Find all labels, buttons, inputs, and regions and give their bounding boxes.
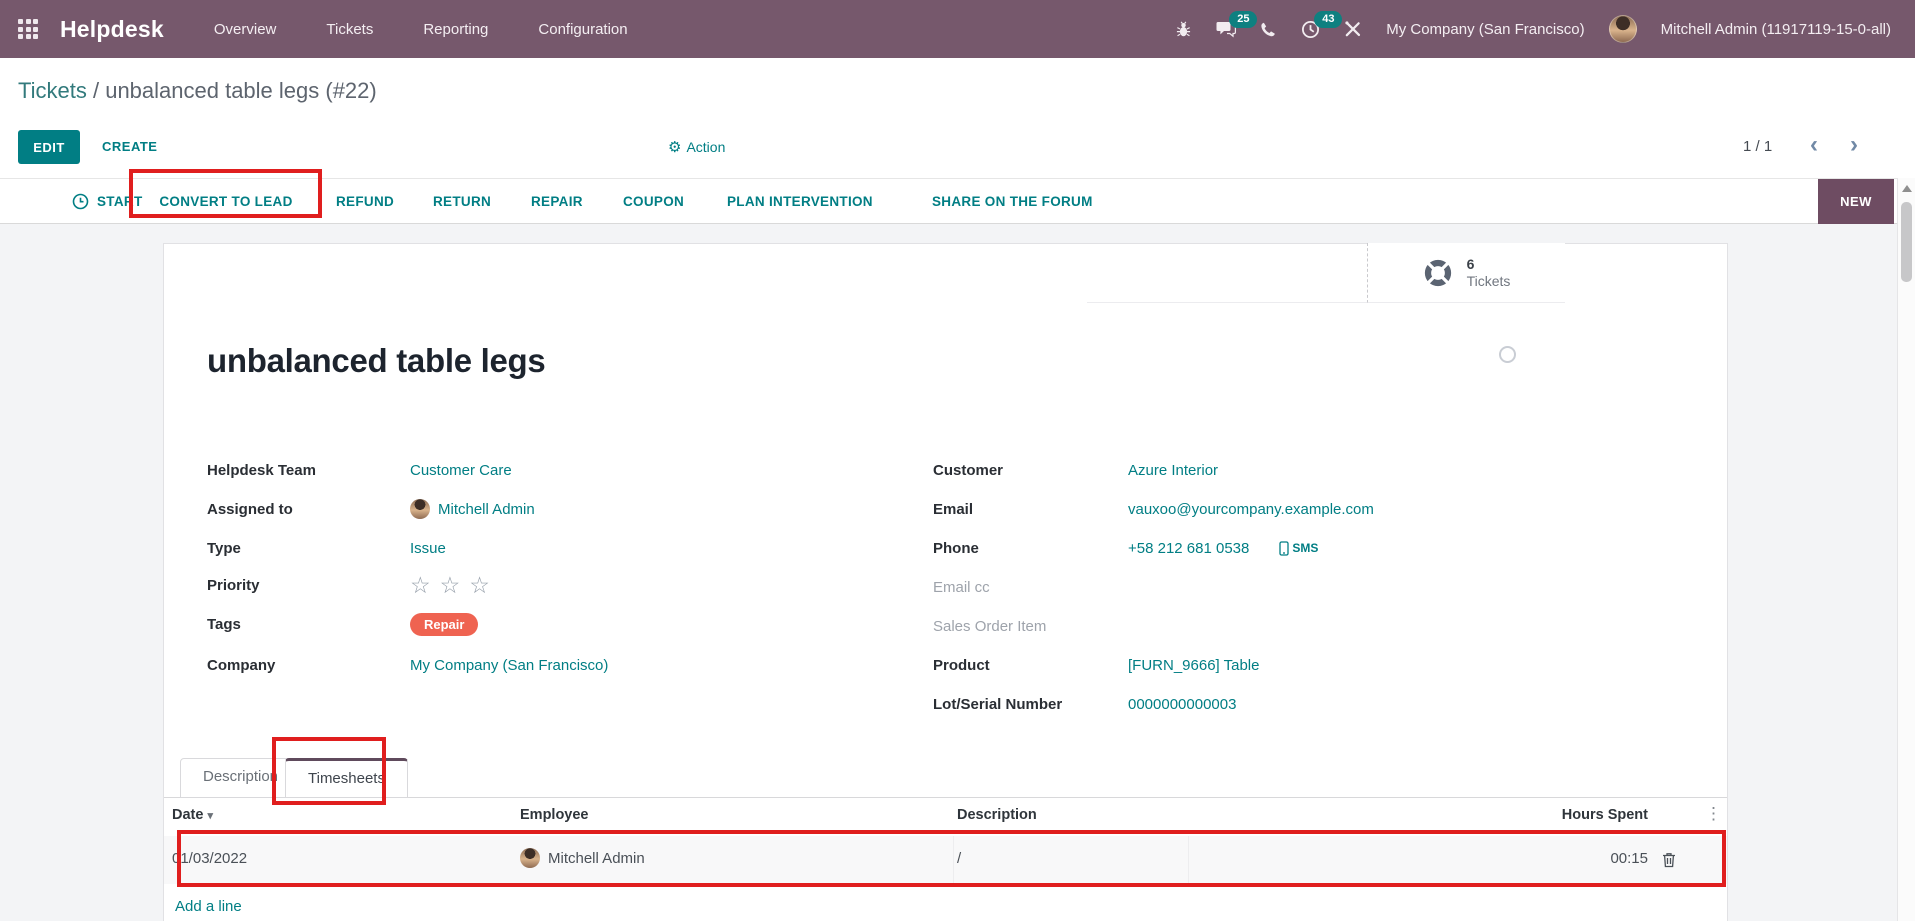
start-timer-icon[interactable] [72, 193, 89, 210]
repair-button[interactable]: REPAIR [531, 179, 583, 225]
breadcrumb-tickets-link[interactable]: Tickets [18, 78, 87, 103]
stat-tickets-label: Tickets [1467, 273, 1511, 290]
row-employee-avatar [520, 848, 540, 868]
tools-icon[interactable] [1344, 20, 1362, 38]
breadcrumb-separator: / [87, 78, 105, 103]
field-company: Company My Company (San Francisco) [207, 652, 608, 678]
lot-serial-link[interactable]: 0000000000003 [1128, 696, 1236, 713]
messages-count-badge: 25 [1229, 11, 1257, 28]
user-avatar[interactable] [1609, 15, 1637, 43]
pager-previous-icon[interactable]: ‹ [1810, 129, 1818, 163]
field-email: Email vauxoo@yourcompany.example.com [933, 496, 1374, 522]
breadcrumb-current: unbalanced table legs (#22) [105, 78, 377, 103]
messages-icon[interactable]: 25 [1216, 20, 1236, 38]
helpdesk-app-screen: Helpdesk Overview Tickets Reporting Conf… [0, 0, 1915, 921]
gear-icon: ⚙ [668, 139, 681, 156]
product-link[interactable]: [FURN_9666] Table [1128, 657, 1259, 674]
breadcrumb: Tickets / unbalanced table legs (#22) [18, 78, 377, 104]
pager-next-icon[interactable]: › [1850, 129, 1858, 163]
company-link[interactable]: My Company (San Francisco) [410, 657, 608, 674]
field-lot-serial-number: Lot/Serial Number 0000000000003 [933, 691, 1236, 717]
optional-columns-icon[interactable]: ⋮ [1705, 804, 1722, 824]
button-box-divider [1087, 302, 1367, 303]
share-on-forum-button[interactable]: SHARE ON THE FORUM [932, 179, 1093, 225]
mobile-phone-icon [1279, 541, 1289, 556]
user-menu[interactable]: Mitchell Admin (11917119-15-0-all) [1661, 21, 1891, 38]
activities-count-badge: 43 [1314, 11, 1342, 28]
sms-button[interactable]: SMS [1279, 541, 1318, 556]
apps-grid-icon[interactable] [18, 19, 38, 39]
field-product: Product [FURN_9666] Table [933, 652, 1259, 678]
form-content-area: 6 Tickets unbalanced table legs Helpdesk… [0, 224, 1897, 921]
kanban-state-icon[interactable] [1499, 346, 1516, 363]
nav-item-configuration[interactable]: Configuration [538, 21, 627, 38]
stat-tickets-count: 6 [1467, 256, 1511, 273]
nav-item-overview[interactable]: Overview [214, 21, 277, 38]
app-title[interactable]: Helpdesk [60, 16, 164, 43]
column-header-date[interactable]: Date▾ [172, 807, 213, 823]
column-header-employee[interactable]: Employee [520, 807, 589, 823]
ticket-title: unbalanced table legs [207, 342, 545, 380]
delete-row-trash-icon[interactable] [1662, 852, 1676, 868]
coupon-button[interactable]: COUPON [623, 179, 684, 225]
activity-clock-icon[interactable]: 43 [1301, 20, 1320, 39]
lifebuoy-icon [1423, 258, 1453, 288]
assigned-to-link[interactable]: Mitchell Admin [438, 501, 535, 518]
row-hours-cell[interactable]: 00:15 [1450, 850, 1648, 867]
field-sales-order-item: Sales Order Item [933, 613, 1128, 639]
phone-link[interactable]: +58 212 681 0538 [1128, 540, 1249, 557]
row-description-cell[interactable]: / [957, 850, 961, 867]
field-customer: Customer Azure Interior [933, 457, 1218, 483]
stage-new-badge[interactable]: NEW [1818, 179, 1894, 225]
phone-icon[interactable] [1260, 21, 1277, 38]
bug-icon[interactable] [1175, 21, 1192, 38]
create-button[interactable]: CREATE [102, 130, 157, 164]
company-switcher[interactable]: My Company (San Francisco) [1386, 21, 1584, 38]
nav-item-reporting[interactable]: Reporting [423, 21, 488, 38]
action-menu-button[interactable]: ⚙Action [668, 130, 725, 164]
field-tags: Tags Repair [207, 611, 478, 637]
nav-item-tickets[interactable]: Tickets [326, 21, 373, 38]
assignee-avatar [410, 499, 430, 519]
sort-caret-icon: ▾ [207, 810, 213, 822]
field-type: Type Issue [207, 535, 446, 561]
cell-divider [1188, 836, 1189, 884]
refund-button[interactable]: REFUND [336, 179, 394, 225]
column-header-description[interactable]: Description [957, 807, 1037, 823]
type-link[interactable]: Issue [410, 540, 446, 557]
convert-to-lead-button[interactable]: CONVERT TO LEAD [133, 179, 319, 225]
vertical-scrollbar[interactable] [1897, 178, 1915, 921]
cell-divider [953, 836, 954, 884]
tag-repair-pill: Repair [410, 613, 478, 636]
add-a-line-link[interactable]: Add a line [175, 898, 242, 915]
priority-star-icons[interactable]: ☆☆☆ [410, 572, 499, 599]
email-link[interactable]: vauxoo@yourcompany.example.com [1128, 501, 1374, 518]
field-helpdesk-team: Helpdesk Team Customer Care [207, 457, 512, 483]
field-phone: Phone +58 212 681 0538 SMS [933, 535, 1318, 561]
scroll-up-icon[interactable] [1902, 185, 1912, 192]
tab-timesheets[interactable]: Timesheets [285, 758, 408, 798]
column-header-hours-spent[interactable]: Hours Spent [1450, 807, 1648, 823]
helpdesk-team-link[interactable]: Customer Care [410, 462, 512, 479]
tab-description[interactable]: Description [180, 758, 301, 798]
pager-counter: 1 / 1 [1743, 130, 1772, 164]
top-navbar: Helpdesk Overview Tickets Reporting Conf… [0, 0, 1915, 58]
plan-intervention-button[interactable]: PLAN INTERVENTION [727, 179, 873, 225]
customer-link[interactable]: Azure Interior [1128, 462, 1218, 479]
form-statusbar: START CONVERT TO LEAD REFUND RETURN REPA… [0, 178, 1897, 224]
row-employee-cell[interactable]: Mitchell Admin [548, 850, 645, 867]
field-priority: Priority ☆☆☆ [207, 572, 499, 598]
row-date-cell[interactable]: 01/03/2022 [172, 850, 247, 867]
tickets-stat-button[interactable]: 6 Tickets [1367, 243, 1565, 303]
field-assigned-to: Assigned to Mitchell Admin [207, 496, 535, 522]
scrollbar-thumb[interactable] [1901, 202, 1912, 282]
edit-button[interactable]: EDIT [18, 130, 80, 164]
return-button[interactable]: RETURN [433, 179, 491, 225]
field-email-cc: Email cc [933, 574, 1128, 600]
